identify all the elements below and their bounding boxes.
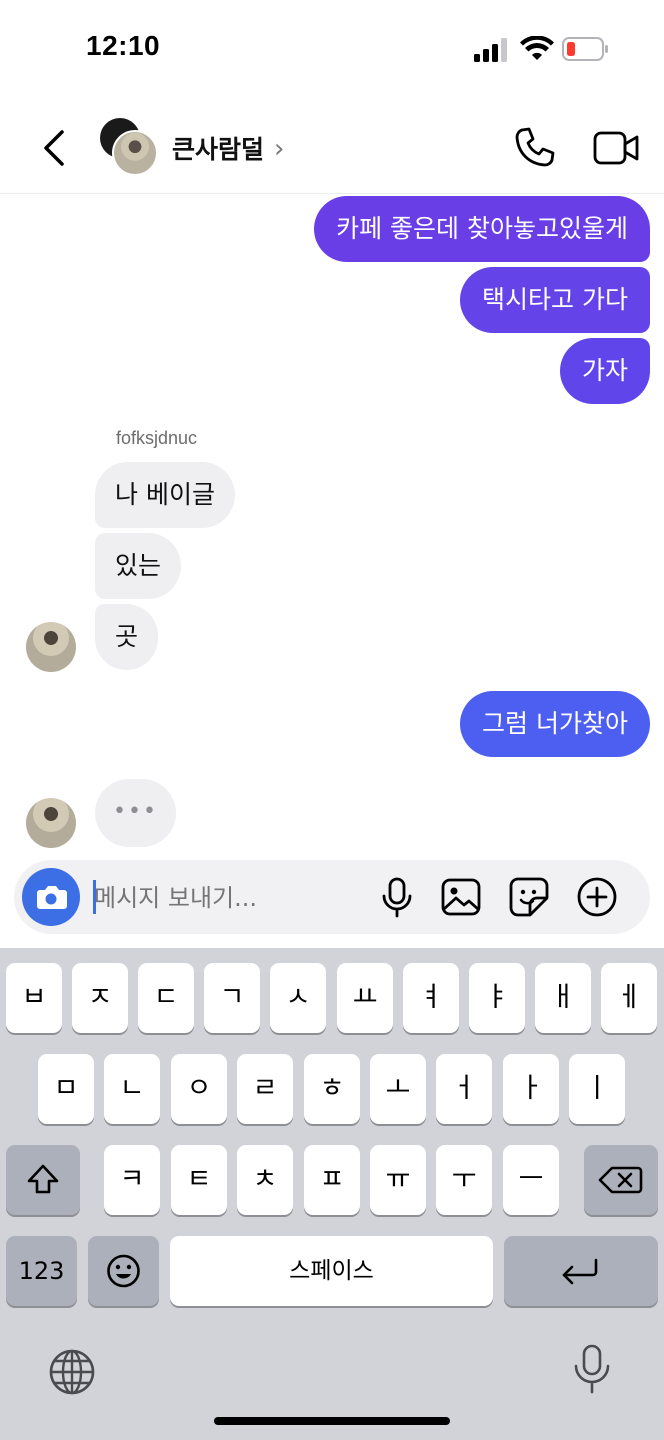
phone-icon[interactable] [510,124,558,172]
numbers-key[interactable]: 123 [6,1236,77,1306]
shift-key[interactable] [6,1145,80,1215]
emoji-key[interactable] [88,1236,159,1306]
return-icon [562,1258,598,1285]
plus-circle-icon[interactable] [574,874,620,920]
home-indicator [214,1417,450,1425]
space-key[interactable]: 스페이스 [170,1236,493,1306]
avatar[interactable] [26,798,76,848]
image-icon[interactable] [438,874,484,920]
key[interactable]: ㅓ [436,1054,492,1124]
wifi-icon [520,36,554,60]
incoming-message[interactable]: 있는 [95,533,182,599]
typing-indicator: ••• [95,779,176,847]
incoming-message[interactable]: 나 베이글 [95,462,235,528]
key[interactable]: ㄴ [104,1054,160,1124]
header-divider [0,193,664,194]
dictation-microphone-icon[interactable] [568,1342,616,1398]
outgoing-message[interactable]: 카페 좋은데 찾아놓고있울게 [314,196,650,262]
sender-name: fofksjdnuc [116,428,198,448]
key[interactable]: ㅜ [436,1145,492,1215]
avatar[interactable] [26,622,76,672]
key[interactable]: ㅁ [38,1054,94,1124]
camera-icon [37,886,67,909]
key[interactable]: ㄷ [138,963,194,1033]
outgoing-message[interactable]: 택시타고 가다 [460,267,650,333]
key[interactable]: ㅂ [6,963,62,1033]
key[interactable]: ㅕ [403,963,459,1033]
key[interactable]: ㅍ [304,1145,360,1215]
key[interactable]: ㅣ [569,1054,625,1124]
key[interactable]: ㄹ [237,1054,293,1124]
globe-icon[interactable] [46,1346,98,1398]
backspace-icon [598,1166,643,1194]
key[interactable]: ㅐ [535,963,591,1033]
key[interactable]: ㄱ [204,963,260,1033]
cellular-signal-icon [474,38,507,62]
delete-key[interactable] [584,1145,658,1215]
key[interactable]: ㅠ [370,1145,426,1215]
key[interactable]: ㅑ [469,963,525,1033]
key[interactable]: ㅡ [503,1145,559,1215]
battery-icon [562,37,608,61]
camera-button[interactable] [22,868,80,926]
key[interactable]: ㅔ [601,963,657,1033]
key[interactable]: ㅈ [72,963,128,1033]
key[interactable]: ㅇ [171,1054,227,1124]
return-key[interactable] [504,1236,658,1306]
key[interactable]: ㅛ [337,963,393,1033]
chevron-right-icon[interactable]: › [274,134,284,164]
emoji-icon [107,1254,140,1288]
key[interactable]: ㅋ [104,1145,160,1215]
thread-title[interactable]: 큰사람덜 [172,130,264,166]
key[interactable]: ㅎ [304,1054,360,1124]
back-icon[interactable] [34,126,78,170]
key[interactable]: ㅅ [270,963,326,1033]
outgoing-message[interactable]: 그럼 너가찾아 [460,691,650,757]
message-input[interactable] [94,878,364,918]
microphone-icon[interactable] [374,874,420,920]
shift-icon [27,1164,59,1194]
group-avatar[interactable] [100,118,160,178]
outgoing-message[interactable]: 가자 [559,338,650,404]
incoming-message[interactable]: 곳 [95,604,159,670]
video-camera-icon[interactable] [590,124,642,172]
key[interactable]: ㅌ [171,1145,227,1215]
key[interactable]: ㅏ [503,1054,559,1124]
key[interactable]: ㅗ [370,1054,426,1124]
status-time: 12:10 [86,30,161,61]
key[interactable]: ㅊ [237,1145,293,1215]
sticker-icon[interactable] [506,874,552,920]
